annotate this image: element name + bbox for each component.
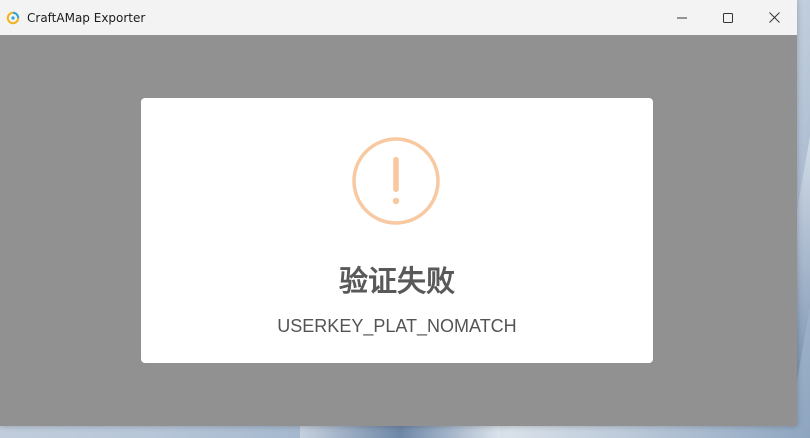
app-window: CraftAMap Exporter 验证失败 USERKEY_PLAT_NOM… [0,0,797,426]
wallpaper-streak [300,424,500,438]
close-button[interactable] [751,0,797,35]
window-title: CraftAMap Exporter [27,10,146,25]
window-controls [659,0,797,35]
dialog-title: 验证失败 [338,264,455,298]
close-icon [768,12,780,23]
minimize-icon [677,17,687,18]
modal-overlay: 验证失败 USERKEY_PLAT_NOMATCH [0,35,797,426]
maximize-button[interactable] [705,0,751,35]
warning-icon [352,137,440,225]
dialog-message: USERKEY_PLAT_NOMATCH [277,316,517,336]
app-logo-icon [6,11,20,24]
title-bar[interactable]: CraftAMap Exporter [0,0,797,35]
maximize-icon [723,12,733,23]
error-dialog: 验证失败 USERKEY_PLAT_NOMATCH [141,98,653,363]
minimize-button[interactable] [659,0,705,35]
